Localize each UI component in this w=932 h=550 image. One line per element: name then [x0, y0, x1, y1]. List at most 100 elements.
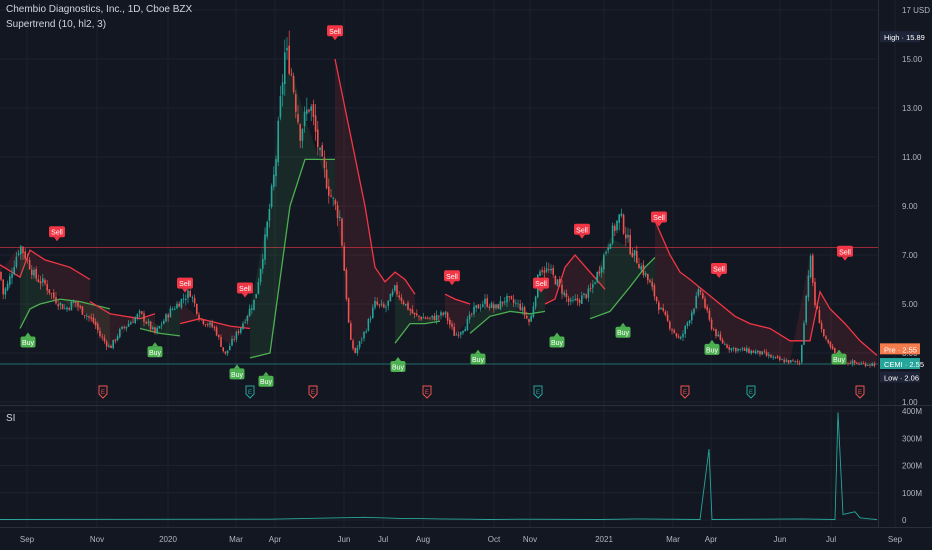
candle-body — [4, 288, 7, 295]
candle-body — [812, 255, 814, 283]
candle-body — [330, 195, 332, 197]
candle-body — [715, 329, 717, 337]
x-tick-label: Apr — [269, 535, 282, 544]
candle-body — [653, 285, 656, 297]
x-tick-label: 2021 — [595, 535, 613, 544]
candle-body — [112, 339, 114, 349]
candle-body — [303, 111, 306, 127]
candle-body — [849, 362, 851, 365]
candle-body — [680, 336, 682, 339]
candle-body — [453, 326, 455, 336]
sell-signal-label: Sell — [239, 286, 251, 293]
candle-body — [581, 295, 583, 304]
candle-body — [686, 322, 689, 327]
candle-body — [409, 309, 411, 311]
candle-body — [185, 298, 187, 300]
candle-body — [585, 294, 587, 299]
x-tick-label: Sep — [888, 535, 903, 544]
candle-body — [605, 251, 607, 254]
candle-body — [413, 312, 416, 315]
candle-body — [136, 314, 139, 318]
candle-body — [424, 317, 427, 319]
y-tick-label: 7.00 — [902, 251, 918, 260]
candle-body — [277, 120, 279, 163]
candle-body — [748, 348, 750, 354]
candle-body — [862, 363, 865, 365]
candle-body — [105, 341, 108, 347]
candle-body — [631, 252, 634, 257]
candle-body — [215, 327, 218, 336]
candle-body — [757, 350, 759, 353]
candle-body — [0, 271, 2, 280]
y-tick-label: 17 USD — [902, 6, 930, 15]
x-tick-label: Jul — [826, 535, 836, 544]
candle-body — [574, 298, 576, 300]
candle-body — [506, 295, 508, 303]
candle-body — [193, 297, 196, 304]
candle-body — [59, 303, 62, 306]
candle-body — [200, 318, 202, 320]
si-y-tick-label: 300M — [902, 434, 922, 443]
candle-body — [620, 213, 623, 216]
candle-body — [275, 159, 277, 177]
candle-body — [603, 254, 605, 270]
candle-body — [468, 314, 471, 320]
candle-body — [77, 302, 79, 307]
candle-body — [163, 320, 165, 324]
x-tick-label: Mar — [229, 535, 243, 544]
candle-body — [675, 333, 678, 337]
candle-body — [196, 303, 198, 315]
indicator-title: Supertrend (10, hl2, 3) — [6, 19, 107, 30]
candle-body — [754, 351, 757, 354]
candle-body — [497, 304, 499, 309]
candle-body — [308, 109, 310, 112]
candle-body — [449, 319, 451, 325]
candle-body — [114, 339, 117, 341]
candle-body — [383, 304, 385, 308]
candle-body — [94, 321, 97, 326]
candle-body — [149, 321, 152, 330]
candle-body — [530, 316, 532, 322]
candle-body — [374, 300, 376, 308]
chart-title: Chembio Diagnostics, Inc., 1D, Cboe BZX — [6, 4, 193, 15]
candle-body — [499, 300, 502, 310]
candle-body — [528, 319, 530, 323]
candle-body — [28, 260, 31, 270]
candle-body — [299, 124, 301, 141]
candle-body — [677, 336, 680, 338]
candle-body — [559, 279, 561, 284]
candle-body — [796, 361, 799, 363]
candle-body — [332, 197, 334, 199]
candle-body — [787, 359, 790, 363]
candle-body — [770, 355, 772, 358]
candle-body — [644, 273, 647, 276]
price-tag-label: High · 15.89 — [884, 33, 925, 42]
candle-body — [451, 323, 453, 327]
candle-body — [182, 298, 185, 300]
candle-body — [730, 348, 733, 351]
candle-body — [345, 269, 348, 300]
candle-body — [785, 360, 788, 363]
candle-body — [222, 347, 224, 352]
candle-body — [431, 315, 433, 318]
candle-body — [776, 356, 779, 358]
candle-body — [189, 291, 191, 297]
candle-body — [717, 334, 719, 337]
candle-body — [240, 328, 242, 333]
candle-body — [20, 246, 22, 255]
candle-body — [550, 268, 552, 271]
candle-body — [666, 314, 669, 321]
candle-body — [341, 218, 343, 246]
candle-body — [589, 288, 592, 289]
candle-body — [257, 281, 260, 294]
candle-body — [688, 320, 691, 324]
candle-body — [429, 317, 431, 319]
candle-body — [563, 292, 565, 296]
candle-body — [471, 313, 473, 315]
candle-body — [741, 348, 744, 350]
candle-body — [396, 285, 398, 295]
candle-body — [356, 347, 359, 354]
candle-body — [629, 235, 631, 254]
candle-body — [264, 234, 266, 260]
candle-body — [853, 360, 856, 363]
